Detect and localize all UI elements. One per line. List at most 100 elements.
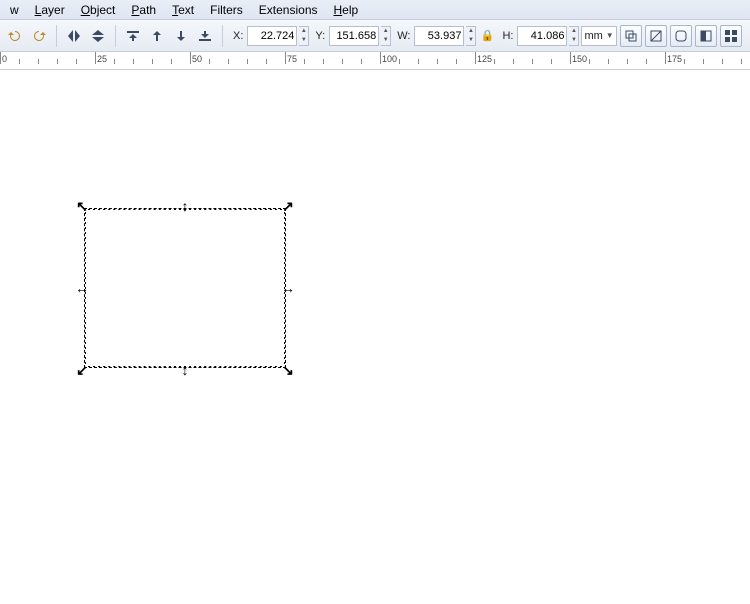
w-input[interactable]	[414, 26, 464, 46]
ruler-tick-minor	[608, 59, 609, 64]
ruler-tick-major	[285, 52, 286, 64]
canvas[interactable]: ↖ ↕ ↗ ↔ ↔ ↙ ↕ ↘	[0, 70, 750, 604]
separator	[222, 25, 223, 47]
x-input[interactable]	[247, 26, 297, 46]
ruler-tick-minor	[152, 59, 153, 64]
ruler-tick-major	[190, 52, 191, 64]
horizontal-ruler[interactable]: 0 25 50 75 100 125 150 175	[0, 52, 750, 70]
tool-options-bar: X: ▲▼ Y: ▲▼ W: ▲▼ 🔒 H: ▲▼ mm ▼	[0, 20, 750, 52]
ruler-tick-major	[570, 52, 571, 64]
lower-button[interactable]	[170, 24, 192, 48]
ruler-label: 125	[477, 54, 492, 64]
ruler-tick-minor	[133, 59, 134, 64]
ruler-tick-minor	[171, 59, 172, 64]
y-input[interactable]	[329, 26, 379, 46]
affect-pattern-button[interactable]	[720, 25, 742, 47]
menu-object[interactable]: Object	[73, 2, 124, 18]
ruler-tick-major	[95, 52, 96, 64]
resize-handle-n[interactable]: ↕	[178, 199, 192, 213]
affect-scale-button[interactable]	[645, 25, 667, 47]
h-spinner[interactable]: ▲▼	[569, 26, 579, 46]
ruler-tick-minor	[304, 59, 305, 64]
ruler-tick-minor	[722, 59, 723, 64]
ruler-tick-minor	[494, 59, 495, 64]
ruler-tick-major	[0, 52, 1, 64]
resize-handle-nw[interactable]: ↖	[75, 199, 89, 213]
affect-move-button[interactable]	[620, 25, 642, 47]
flip-horizontal-button[interactable]	[63, 24, 85, 48]
menu-text[interactable]: Text	[164, 2, 202, 18]
ruler-label: 75	[287, 54, 297, 64]
ruler-label: 0	[2, 54, 7, 64]
ruler-tick-minor	[228, 59, 229, 64]
w-spinner[interactable]: ▲▼	[466, 26, 476, 46]
ruler-tick-minor	[209, 59, 210, 64]
separator	[115, 25, 116, 47]
separator	[56, 25, 57, 47]
ruler-tick-major	[665, 52, 666, 64]
resize-handle-s[interactable]: ↕	[178, 363, 192, 377]
ruler-tick-minor	[342, 59, 343, 64]
w-label: W:	[397, 30, 410, 42]
ruler-tick-minor	[646, 59, 647, 64]
x-spinner[interactable]: ▲▼	[299, 26, 309, 46]
ruler-tick-minor	[456, 59, 457, 64]
menu-layer[interactable]: Layer	[27, 2, 73, 18]
resize-handle-se[interactable]: ↘	[281, 363, 295, 377]
ruler-tick-minor	[437, 59, 438, 64]
selected-rectangle[interactable]	[85, 209, 285, 367]
raise-button[interactable]	[146, 24, 168, 48]
resize-handle-w[interactable]: ↔	[75, 281, 89, 295]
h-label: H:	[502, 30, 513, 42]
ruler-tick-minor	[532, 59, 533, 64]
resize-handle-e[interactable]: ↔	[281, 281, 295, 295]
ruler-label: 150	[572, 54, 587, 64]
ruler-label: 100	[382, 54, 397, 64]
ruler-tick-minor	[703, 59, 704, 64]
ruler-tick-minor	[247, 59, 248, 64]
affect-corners-button[interactable]	[670, 25, 692, 47]
lock-aspect-icon[interactable]: 🔒	[478, 29, 496, 42]
h-input[interactable]	[517, 26, 567, 46]
y-spinner[interactable]: ▲▼	[381, 26, 391, 46]
ruler-tick-major	[475, 52, 476, 64]
ruler-tick-minor	[57, 59, 58, 64]
ruler-tick-minor	[589, 59, 590, 64]
flip-vertical-button[interactable]	[87, 24, 109, 48]
chevron-down-icon: ▼	[606, 31, 614, 40]
ruler-tick-minor	[19, 59, 20, 64]
resize-handle-ne[interactable]: ↗	[281, 199, 295, 213]
ruler-tick-minor	[114, 59, 115, 64]
unit-value: mm	[584, 30, 602, 42]
ruler-tick-minor	[76, 59, 77, 64]
ruler-label: 25	[97, 54, 107, 64]
ruler-tick-minor	[627, 59, 628, 64]
ruler-tick-minor	[323, 59, 324, 64]
menu-help[interactable]: Help	[326, 2, 367, 18]
ruler-label: 50	[192, 54, 202, 64]
x-label: X:	[233, 30, 243, 42]
menu-bar: w Layer Object Path Text Filters Extensi…	[0, 0, 750, 20]
ruler-tick-minor	[684, 59, 685, 64]
affect-gradient-button[interactable]	[695, 25, 717, 47]
menu-filters[interactable]: Filters	[202, 2, 251, 18]
ruler-label: 175	[667, 54, 682, 64]
y-label: Y:	[315, 30, 325, 42]
resize-handle-sw[interactable]: ↙	[75, 363, 89, 377]
menu-path[interactable]: Path	[123, 2, 164, 18]
ruler-tick-minor	[399, 59, 400, 64]
ruler-tick-minor	[513, 59, 514, 64]
ruler-tick-minor	[266, 59, 267, 64]
raise-to-top-button[interactable]	[122, 24, 144, 48]
rotate-cw-button[interactable]	[28, 24, 50, 48]
menu-view[interactable]: w	[2, 2, 27, 18]
transform-affect-group	[620, 25, 746, 47]
rotate-ccw-button[interactable]	[4, 24, 26, 48]
ruler-tick-minor	[38, 59, 39, 64]
ruler-tick-minor	[361, 59, 362, 64]
unit-select[interactable]: mm ▼	[581, 26, 616, 46]
ruler-tick-minor	[418, 59, 419, 64]
ruler-tick-minor	[741, 59, 742, 64]
menu-extensions[interactable]: Extensions	[251, 2, 326, 18]
lower-to-bottom-button[interactable]	[194, 24, 216, 48]
